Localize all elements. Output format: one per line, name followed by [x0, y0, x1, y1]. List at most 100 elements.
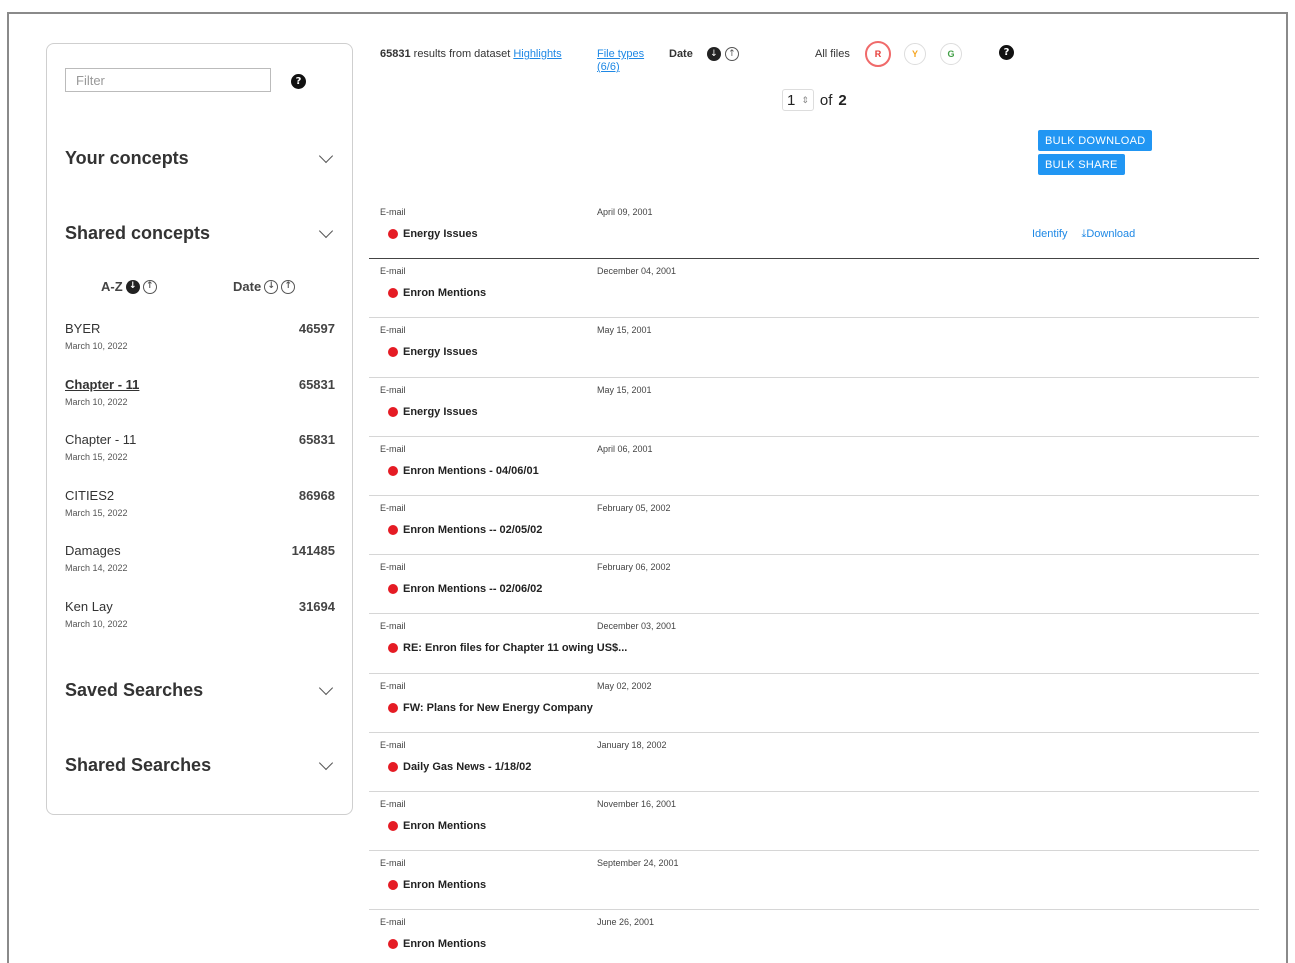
rag-red-filter[interactable]: R	[865, 41, 891, 67]
result-row[interactable]: E-mail June 26, 2001 Enron Mentions	[369, 910, 1259, 963]
concept-item[interactable]: BYER March 10, 2022 46597	[65, 321, 335, 367]
concept-item[interactable]: Chapter - 11 March 15, 2022 65831	[65, 432, 335, 478]
help-icon[interactable]: ?	[291, 74, 306, 89]
result-date: April 09, 2001	[597, 207, 653, 217]
result-title[interactable]: Enron Mentions -- 02/06/02	[388, 583, 542, 595]
status-dot-icon	[388, 288, 398, 299]
sort-az: A-Z ↓ ↑	[101, 279, 157, 294]
result-type: E-mail	[380, 502, 406, 513]
result-row[interactable]: E-mail December 04, 2001 Enron Mentions	[369, 259, 1259, 319]
concept-item[interactable]: CITIES2 March 15, 2022 86968	[65, 488, 335, 534]
bulk-share-button[interactable]: BULK SHARE	[1038, 154, 1125, 175]
rag-green-filter[interactable]: G	[940, 43, 962, 65]
dataset-link[interactable]: Highlights	[513, 48, 561, 60]
status-dot-icon	[388, 820, 398, 831]
file-types-count[interactable]: (6/6)	[597, 61, 620, 73]
arrow-up-icon[interactable]: ↑	[724, 47, 739, 61]
result-row[interactable]: E-mail May 15, 2001 Energy Issues	[369, 378, 1259, 437]
arrow-up-icon[interactable]: ↑	[142, 279, 157, 294]
result-date: September 24, 2001	[597, 858, 679, 869]
status-dot-icon	[388, 643, 398, 654]
section-title: Saved Searches	[65, 680, 204, 700]
result-row[interactable]: E-mail January 18, 2002 Daily Gas News - 1…	[369, 733, 1259, 792]
arrow-down-icon[interactable]: ↓	[125, 279, 140, 294]
section-your-concepts[interactable]: Your concepts	[65, 148, 337, 169]
concept-count: 46597	[298, 321, 335, 336]
chevron-down-icon[interactable]	[318, 223, 334, 238]
page-number-input[interactable]: 1 ⇕	[782, 89, 814, 111]
arrow-up-icon[interactable]: ↑	[281, 279, 296, 294]
file-types-filter[interactable]: File types (6/6)	[597, 48, 644, 74]
concept-date: March 14, 2022	[65, 563, 128, 573]
result-date: February 05, 2002	[597, 502, 671, 513]
sort-az-label: A-Z	[101, 279, 123, 294]
chevron-down-icon[interactable]	[318, 680, 334, 695]
result-title[interactable]: Enron Mentions -- 02/05/02	[388, 524, 542, 536]
result-title[interactable]: Enron Mentions	[388, 287, 486, 299]
concept-name: Damages	[65, 543, 121, 558]
section-shared-searches[interactable]: Shared Searches	[65, 755, 337, 776]
result-row[interactable]: E-mail February 06, 2002 Enron Mentions --…	[369, 555, 1259, 615]
section-shared-concepts[interactable]: Shared concepts	[65, 223, 337, 244]
bulk-download-button[interactable]: BULK DOWNLOAD	[1038, 130, 1153, 151]
filter-input[interactable]	[65, 68, 271, 92]
result-summary: 65831 results from dataset Highlights	[380, 48, 562, 60]
result-title-text: Enron Mentions	[403, 287, 487, 300]
help-icon[interactable]: ?	[999, 45, 1014, 60]
status-dot-icon	[388, 584, 398, 595]
result-date: November 16, 2001	[597, 798, 677, 809]
chevron-down-icon[interactable]	[318, 148, 334, 163]
status-dot-icon	[388, 880, 398, 891]
result-title[interactable]: RE: Enron files for Chapter 11 owing US$…	[388, 642, 627, 654]
results-list: E-mail April 09, 2001 Energy Issues Identif…	[369, 200, 1259, 963]
result-type: E-mail	[380, 207, 406, 217]
result-type: E-mail	[380, 266, 406, 277]
section-title: Shared Searches	[65, 755, 212, 775]
chevron-down-icon[interactable]	[318, 755, 334, 770]
section-saved-searches[interactable]: Saved Searches	[65, 680, 337, 701]
result-row[interactable]: E-mail May 15, 2001 Energy Issues	[369, 318, 1259, 378]
result-title[interactable]: Energy Issues	[388, 346, 478, 358]
file-types-link[interactable]: File types	[597, 48, 644, 60]
status-dot-icon	[388, 229, 398, 239]
concept-name: CITIES2	[65, 487, 115, 503]
result-title[interactable]: Enron Mentions	[388, 820, 486, 832]
concept-item[interactable]: Ken Lay March 10, 2022 31694	[65, 599, 335, 645]
result-type: E-mail	[380, 621, 406, 632]
result-title[interactable]: Enron Mentions	[388, 938, 486, 950]
result-title[interactable]: FW: Plans for New Energy Company	[388, 702, 593, 714]
result-date: May 02, 2002	[597, 680, 652, 691]
download-link[interactable]: ⤓Download	[1081, 228, 1135, 241]
concept-item[interactable]: Chapter - 11 March 10, 2022 65831	[65, 377, 335, 423]
stepper-icon[interactable]: ⇕	[801, 95, 809, 106]
result-row[interactable]: E-mail November 16, 2001 Enron Mentions	[369, 792, 1259, 852]
result-title[interactable]: Energy Issues	[388, 406, 478, 418]
result-row[interactable]: E-mail September 24, 2001 Enron Mentions	[369, 851, 1259, 911]
result-date: May 15, 2001	[597, 325, 652, 336]
concept-count: 65831	[298, 432, 335, 447]
result-row[interactable]: E-mail May 02, 2002 FW: Plans for New Ener…	[369, 674, 1259, 733]
concepts-sidebar: ? Your concepts Shared concepts A-Z ↓ ↑ …	[46, 43, 353, 815]
identify-link[interactable]: Identify	[1032, 228, 1067, 241]
concept-count: 86968	[298, 487, 335, 503]
section-title: Your concepts	[65, 148, 189, 168]
result-row[interactable]: E-mail April 06, 2001 Enron Mentions - 04/…	[369, 437, 1259, 496]
result-title[interactable]: Daily Gas News - 1/18/02	[388, 761, 531, 773]
result-title[interactable]: Enron Mentions	[388, 879, 486, 891]
status-dot-icon	[388, 939, 398, 950]
arrow-down-icon[interactable]: ↓	[706, 47, 721, 61]
result-row[interactable]: E-mail February 05, 2002 Enron Mentions --…	[369, 496, 1259, 556]
rag-yellow-filter[interactable]: Y	[904, 43, 926, 65]
all-files-label[interactable]: All files	[815, 48, 850, 60]
concept-name: Chapter - 11	[65, 432, 137, 447]
result-title[interactable]: Energy Issues	[388, 228, 478, 240]
concept-count: 31694	[298, 598, 335, 614]
result-row[interactable]: E-mail December 03, 2001 RE: Enron files f…	[369, 614, 1259, 674]
result-date: May 15, 2001	[597, 384, 652, 395]
concept-count: 141485	[291, 543, 335, 558]
result-row[interactable]: E-mail April 09, 2001 Energy Issues Identif…	[369, 200, 1259, 260]
arrow-down-icon[interactable]: ↓	[264, 279, 279, 294]
concept-item[interactable]: Damages March 14, 2022 141485	[65, 543, 335, 589]
result-title[interactable]: Enron Mentions - 04/06/01	[388, 465, 539, 477]
concept-name: Ken Lay	[65, 598, 113, 614]
